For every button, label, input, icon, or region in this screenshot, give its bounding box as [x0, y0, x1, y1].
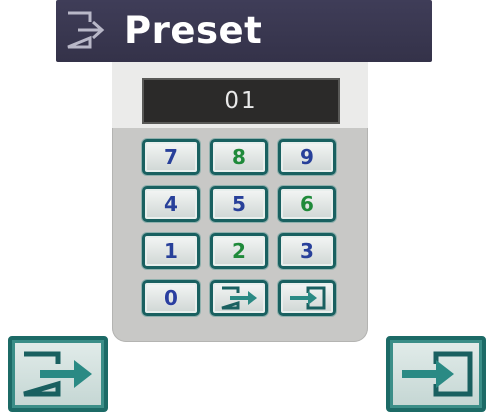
page-title: Preset — [124, 9, 263, 52]
enter-button[interactable] — [386, 336, 486, 412]
key-0[interactable]: 0 — [142, 280, 200, 316]
exit-arrow-icon — [64, 10, 108, 50]
exit-button[interactable] — [8, 336, 108, 412]
keypad-panel: 01 7 8 9 4 5 6 1 2 3 0 — [112, 62, 368, 342]
key-6[interactable]: 6 — [278, 186, 336, 222]
enter-arrow-icon — [390, 348, 482, 400]
key-5[interactable]: 5 — [210, 186, 268, 222]
keypad-exit-button[interactable] — [210, 280, 268, 316]
key-7[interactable]: 7 — [142, 139, 200, 175]
key-3[interactable]: 3 — [278, 233, 336, 269]
preset-screen: Preset 01 7 8 9 4 5 6 1 2 3 0 — [0, 0, 492, 414]
key-4[interactable]: 4 — [142, 186, 200, 222]
key-9[interactable]: 9 — [278, 139, 336, 175]
display-area: 01 — [112, 62, 368, 128]
exit-arrow-icon — [213, 285, 265, 311]
key-2[interactable]: 2 — [210, 233, 268, 269]
keypad-enter-button[interactable] — [278, 280, 336, 316]
preset-number-display: 01 — [142, 78, 340, 124]
exit-arrow-icon — [12, 348, 104, 400]
enter-arrow-icon — [281, 285, 333, 311]
key-8[interactable]: 8 — [210, 139, 268, 175]
title-bar: Preset — [56, 0, 432, 62]
key-1[interactable]: 1 — [142, 233, 200, 269]
